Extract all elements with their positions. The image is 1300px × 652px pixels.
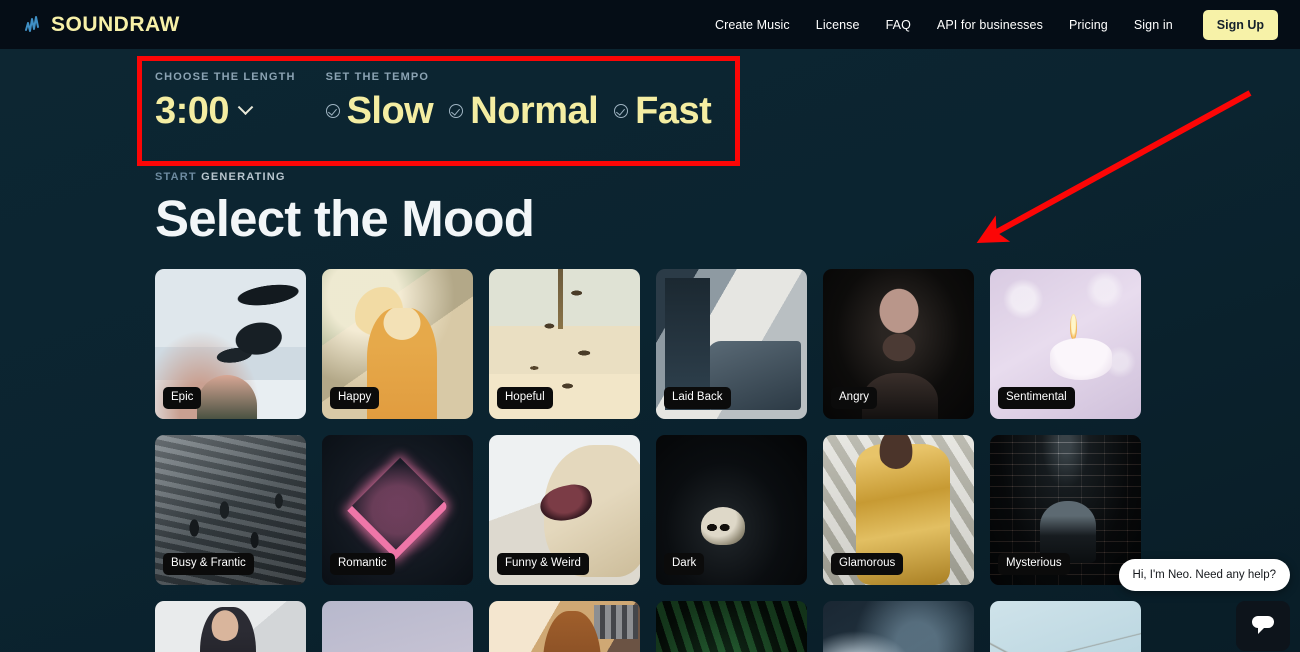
section-eyebrow-word-2: GENERATING [201,171,286,183]
section-eyebrow: START GENERATING [155,171,1145,183]
mood-card[interactable]: Funny & Weird [489,435,640,585]
mood-card-image [489,601,640,652]
mood-card[interactable] [990,601,1141,652]
length-dropdown[interactable]: 3:00 [155,92,296,130]
mood-card-label: Happy [330,386,380,409]
length-control-label: CHOOSE THE LENGTH [155,71,296,83]
mood-card[interactable] [322,601,473,652]
mood-card-label: Sentimental [998,386,1075,409]
brand-name: SOUNDRAW [51,13,180,36]
waveform-logo-icon [24,14,50,36]
mood-card-label: Glamorous [831,552,904,575]
page-title: Select the Mood [155,190,535,247]
tempo-control: SET THE TEMPO Slow Normal Fast [325,71,712,132]
chat-greeting-bubble[interactable]: Hi, I'm Neo. Need any help? [1118,559,1290,591]
mood-card[interactable]: Hopeful [489,269,640,419]
mood-card[interactable] [823,601,974,652]
chevron-down-icon [237,98,254,115]
mood-card[interactable]: Romantic [322,435,473,585]
tempo-option-fast[interactable]: Fast [614,90,712,132]
mood-card[interactable]: Glamorous [823,435,974,585]
length-value: 3:00 [155,90,230,132]
mood-card-image [990,601,1141,652]
mood-card[interactable]: Epic [155,269,306,419]
mood-card-label: Busy & Frantic [163,552,254,575]
mood-card[interactable] [656,601,807,652]
tempo-options: Slow Normal Fast [325,90,712,132]
brand-logo[interactable]: SOUNDRAW [24,14,180,36]
mood-card[interactable]: Angry [823,269,974,419]
generation-controls: CHOOSE THE LENGTH 3:00 SET THE TEMPO Slo… [155,49,1145,161]
nav-pricing[interactable]: Pricing [1069,18,1108,32]
main-nav: Create Music License FAQ API for busines… [715,9,1278,40]
mood-card[interactable] [155,601,306,652]
mood-grid: Epic Happy Hopeful Laid Back Angry Sentimenta… [155,269,1145,652]
mood-card-label: Hopeful [497,386,553,409]
content-wrapper: CHOOSE THE LENGTH 3:00 SET THE TEMPO Slo… [0,49,1300,652]
sign-up-button[interactable]: Sign Up [1202,9,1278,40]
mood-card-label: Laid Back [664,386,731,409]
mood-card[interactable]: Laid Back [656,269,807,419]
mood-card-label: Mysterious [998,552,1070,575]
mood-card-label: Romantic [330,552,395,575]
page-body: CHOOSE THE LENGTH 3:00 SET THE TEMPO Slo… [0,49,1300,652]
mood-card-label: Dark [664,552,705,575]
mood-card-image [656,601,807,652]
mood-card[interactable]: Dark [656,435,807,585]
nav-faq[interactable]: FAQ [886,18,911,32]
chat-launcher-button[interactable] [1236,601,1290,651]
chat-bubble-icon [1250,614,1276,639]
tempo-option-normal[interactable]: Normal [449,90,599,132]
mood-card[interactable]: Mysterious [990,435,1141,585]
tempo-control-label: SET THE TEMPO [325,71,430,83]
site-header: SOUNDRAW Create Music License FAQ API fo… [0,0,1300,49]
nav-sign-in[interactable]: Sign in [1134,18,1173,32]
check-circle-icon [614,104,629,118]
tempo-option-fast-label: Fast [635,90,712,132]
check-circle-icon [449,104,464,118]
tempo-option-slow[interactable]: Slow [325,90,434,132]
mood-card-label: Angry [831,386,878,409]
mood-card-label: Funny & Weird [497,552,589,575]
tempo-option-slow-label: Slow [346,90,434,132]
nav-license[interactable]: License [816,18,860,32]
mood-card[interactable]: Busy & Frantic [155,435,306,585]
mood-card[interactable]: Sentimental [990,269,1141,419]
mood-card[interactable] [489,601,640,652]
check-circle-icon [325,104,340,118]
length-control: CHOOSE THE LENGTH 3:00 [155,71,296,130]
tempo-option-normal-label: Normal [470,90,599,132]
nav-create-music[interactable]: Create Music [715,18,790,32]
mood-card-image [322,601,473,652]
mood-card-image [155,601,306,652]
mood-card-label: Epic [163,386,202,409]
section-eyebrow-word-1: START [155,171,197,183]
nav-api[interactable]: API for businesses [937,18,1043,32]
mood-card[interactable]: Happy [322,269,473,419]
mood-card-image [823,601,974,652]
